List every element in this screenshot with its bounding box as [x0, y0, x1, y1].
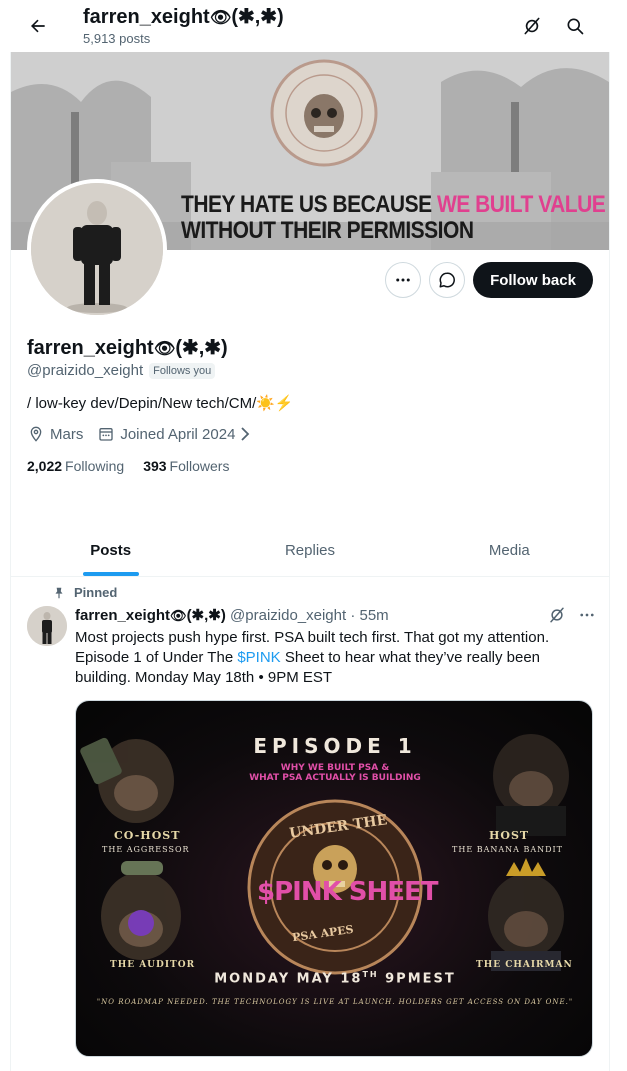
more-icon [580, 613, 594, 617]
search-icon [567, 18, 584, 35]
handle-row: @praizido_xeight Follows you [27, 362, 216, 379]
host-name: THE BANANA BANDIT [452, 845, 564, 854]
cashtag-link[interactable]: $PINK [237, 649, 280, 666]
message-button[interactable] [429, 262, 465, 298]
post-media-image[interactable]: UNDER THE $PINK SHEET PSA APES EPISODE 1… [75, 700, 593, 1057]
post-actions-top [548, 606, 596, 624]
tab-replies[interactable]: Replies [210, 524, 409, 576]
media-date: MONDAY MAY 18TH 9PMEST [214, 970, 456, 987]
location-pin-icon [27, 425, 45, 443]
cohost-role: CO-HOST [114, 829, 181, 842]
media-subtitle-2: WHAT PSA ACTUALLY IS BUILDING [249, 773, 421, 783]
grok-icon [524, 17, 540, 35]
profile-bio: / low-key dev/Depin/New tech/CM/☀️⚡ [27, 395, 294, 412]
following-link[interactable]: 2,022 Following [27, 458, 124, 474]
grok-button[interactable] [518, 12, 546, 40]
profile-name: farren_xeight👁(✱,✱) [27, 337, 228, 359]
calendar-icon [97, 425, 115, 443]
grok-post-button[interactable] [548, 606, 566, 624]
profile-joined: Joined April 2024 [120, 425, 236, 443]
profile-avatar[interactable] [27, 179, 167, 319]
post-more-button[interactable] [578, 606, 596, 624]
media-episode-title: EPISODE 1 [253, 734, 417, 758]
pinned-indicator: Pinned [52, 585, 117, 600]
post-count: 5,913 posts [83, 31, 151, 46]
banner-headline-2: WITHOUT THEIR PERMISSION [181, 217, 474, 244]
profile-location: Mars [50, 425, 84, 443]
post-avatar[interactable] [27, 606, 67, 646]
post-avatar-image [27, 606, 67, 646]
host-role: HOST [489, 829, 530, 842]
post-author-name[interactable]: farren_xeight👁(✱,✱) [75, 607, 226, 624]
top-bar: farren_xeight👁(✱,✱) 5,913 posts [0, 0, 627, 52]
grok-icon [550, 607, 564, 623]
auditor-label: THE AUDITOR [110, 960, 196, 970]
profile-handle: @praizido_xeight [27, 362, 144, 379]
post-header: farren_xeight👁(✱,✱) @praizido_xeight · 5… [75, 606, 389, 624]
banner-headline-1: THEY HATE US BECAUSE WE BUILT VALUE [181, 191, 606, 218]
more-icon [396, 278, 410, 282]
post-author-meta[interactable]: @praizido_xeight · 55m [230, 607, 389, 624]
post-text: Most projects push hype first. PSA built… [75, 629, 550, 686]
followers-link[interactable]: 393 Followers [143, 458, 229, 474]
follow-back-button[interactable]: Follow back [473, 262, 593, 298]
profile-meta: Mars Joined April 2024 [27, 425, 251, 443]
follow-stats: 2,022 Following 393 Followers [27, 458, 229, 474]
active-tab-indicator [82, 572, 139, 576]
header-title: farren_xeight👁(✱,✱) [83, 6, 284, 28]
media-subtitle-1: WHY WE BUILT PSA & [280, 763, 390, 773]
profile-tabs: Posts Replies Media [11, 524, 609, 577]
arrow-left-icon [31, 19, 45, 33]
tab-posts[interactable]: Posts [11, 524, 210, 576]
pin-icon [55, 587, 63, 598]
cohost-name: THE AGGRESSOR [102, 845, 190, 854]
more-button[interactable] [385, 262, 421, 298]
chevron-right-icon[interactable] [239, 427, 251, 441]
media-footer-quote: "NO ROADMAP NEEDED. THE TECHNOLOGY IS LI… [96, 998, 574, 1006]
tab-media[interactable]: Media [410, 524, 609, 576]
follows-you-badge: Follows you [149, 362, 216, 379]
search-button[interactable] [561, 12, 589, 40]
psa-apes-seal-logo [270, 59, 378, 167]
chairman-label: THE CHAIRMAN [476, 960, 573, 970]
avatar-figure-image [31, 183, 163, 315]
medallion-main-text: $PINK SHEET [257, 877, 439, 907]
back-button[interactable] [24, 12, 52, 40]
message-icon [439, 272, 455, 288]
